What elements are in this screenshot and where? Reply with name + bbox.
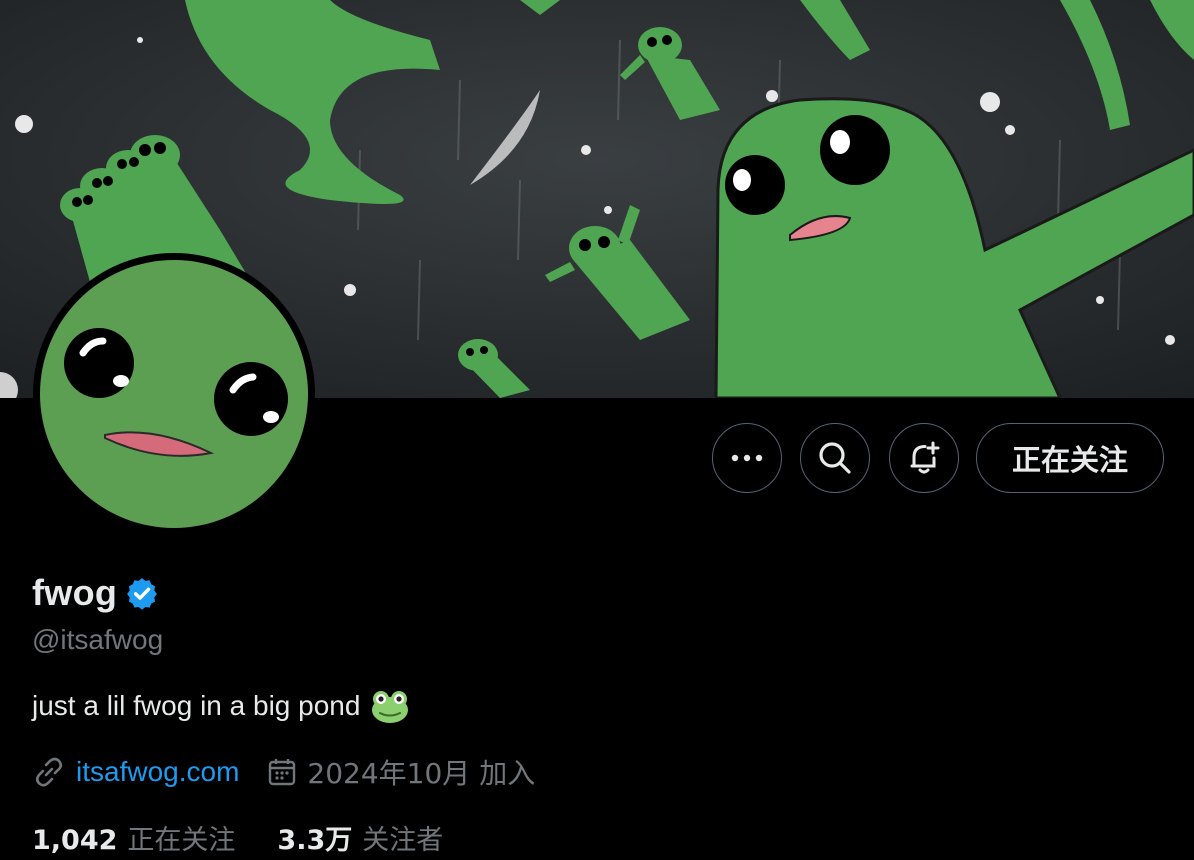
- followers-label[interactable]: 关注者: [362, 818, 443, 857]
- website-link[interactable]: itsafwog.com: [76, 756, 239, 788]
- following-button[interactable]: 正在关注: [976, 423, 1164, 493]
- search-icon: [819, 442, 851, 474]
- name-row: fwog: [32, 572, 159, 614]
- verified-badge-icon[interactable]: [125, 576, 159, 610]
- followers-count[interactable]: 3.3万: [277, 818, 352, 857]
- bio-text: just a lil fwog in a big pond: [32, 690, 361, 721]
- profile-actions: 正在关注: [0, 423, 1194, 495]
- following-label[interactable]: 正在关注: [127, 818, 235, 857]
- profile-stats: 1,042 正在关注 3.3万 关注者: [32, 818, 443, 857]
- more-dots-icon: [731, 454, 763, 462]
- join-date: 2024年10月 加入: [307, 757, 536, 790]
- handle: @itsafwog: [32, 624, 164, 655]
- following-count[interactable]: 1,042: [32, 825, 117, 856]
- profile-meta: itsafwog.com 2024年10月 加入: [32, 752, 535, 792]
- more-button[interactable]: [712, 423, 782, 493]
- bio: just a lil fwog in a big pond: [32, 688, 410, 724]
- search-button[interactable]: [800, 423, 870, 493]
- link-icon: [35, 757, 63, 787]
- notify-button[interactable]: [889, 423, 959, 493]
- display-name: fwog: [32, 572, 118, 613]
- frog-emoji-icon: [372, 691, 409, 723]
- calendar-icon: [269, 759, 296, 786]
- bell-plus-icon: [910, 441, 940, 474]
